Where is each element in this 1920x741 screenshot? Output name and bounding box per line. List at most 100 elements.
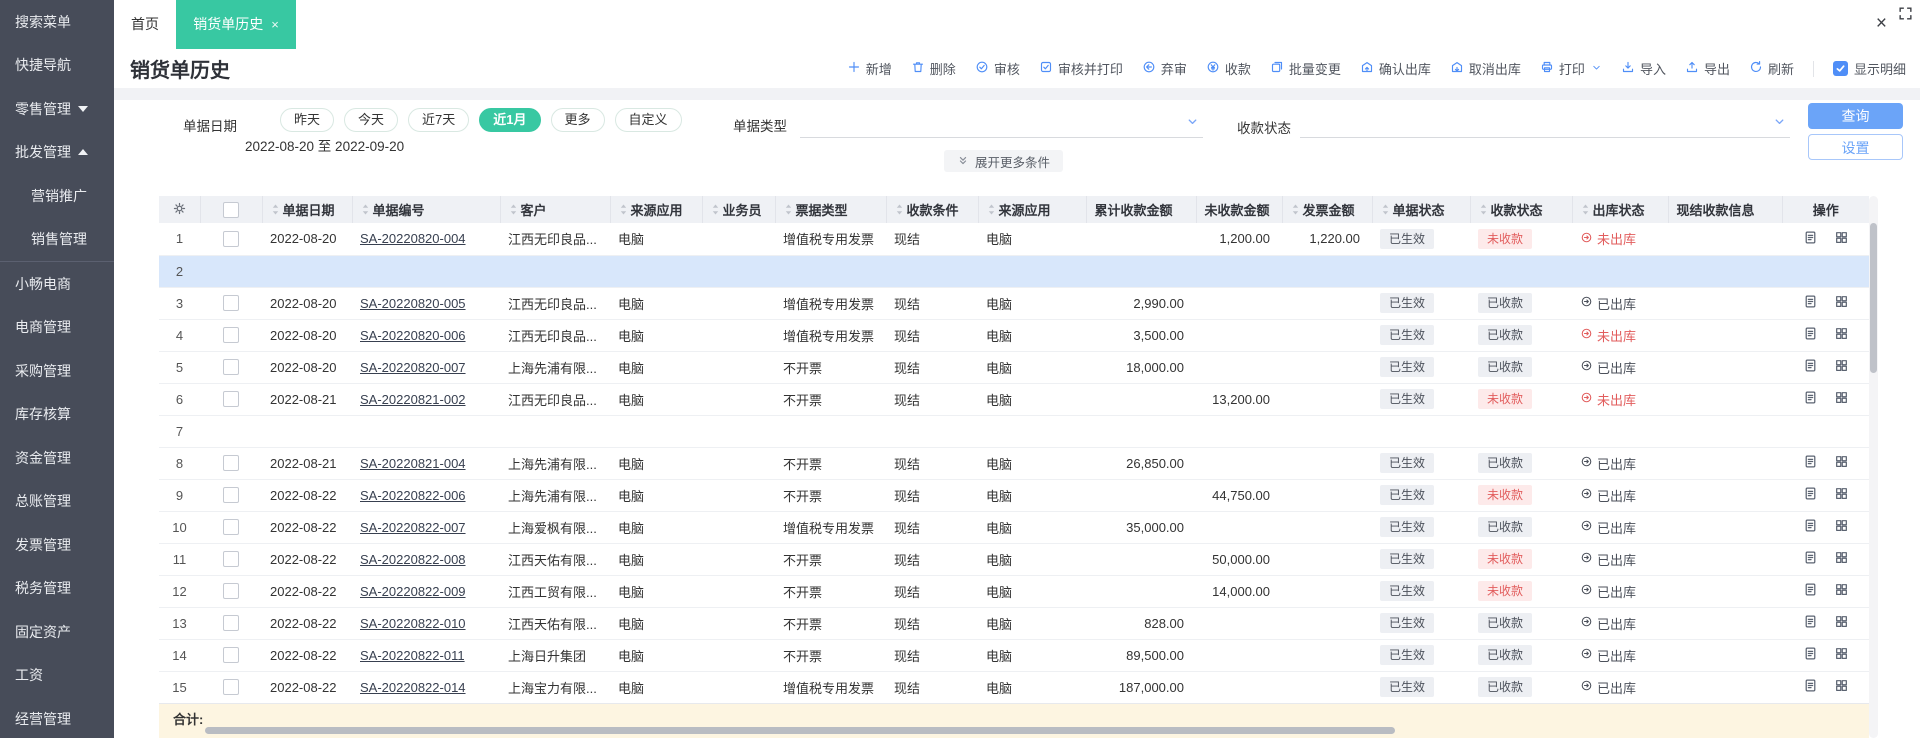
sort-icon[interactable] [1381, 203, 1390, 216]
sort-icon[interactable] [1291, 203, 1300, 216]
show-detail-toggle[interactable]: 显示明细 [1832, 59, 1906, 78]
table-row[interactable]: 7 [159, 415, 1869, 448]
table-row[interactable]: 11 2022-08-22 SA-20220822-008 江西天佑有限... 电脑 不开… [159, 543, 1869, 576]
voucher-icon[interactable] [1803, 454, 1818, 472]
voucher-icon[interactable] [1803, 390, 1818, 408]
fullscreen-icon[interactable] [1898, 6, 1913, 24]
row-checkbox[interactable] [223, 551, 239, 568]
table-row[interactable]: 3 2022-08-20 SA-20220820-005 江西无印良品... 电脑 增值税… [159, 287, 1869, 320]
column-header-invoice_type[interactable]: 票据类型 [775, 196, 887, 223]
toolbar-button-print[interactable]: 打印 [1540, 59, 1602, 78]
voucher-icon[interactable] [1803, 550, 1818, 568]
more-actions-icon[interactable] [1834, 230, 1849, 248]
sidebar-item-1[interactable]: 快捷导航 [0, 44, 114, 88]
voucher-icon[interactable] [1803, 678, 1818, 696]
table-row[interactable]: 13 2022-08-22 SA-20220822-010 江西天佑有限... 电脑 不开… [159, 607, 1869, 640]
column-header-source2[interactable]: 来源应用 [978, 196, 1087, 223]
sidebar-item-5[interactable]: 销售管理 [0, 218, 114, 262]
doc-number-link[interactable]: SA-20220822-009 [360, 584, 466, 599]
row-checkbox[interactable] [223, 295, 239, 312]
doc-number-link[interactable]: SA-20220820-006 [360, 328, 466, 343]
doc-number-link[interactable]: SA-20220822-007 [360, 520, 466, 535]
more-actions-icon[interactable] [1834, 550, 1849, 568]
toolbar-button-plus[interactable]: 新增 [847, 59, 892, 78]
column-header-no[interactable]: 单据编号 [352, 196, 501, 223]
row-checkbox[interactable] [223, 679, 239, 696]
row-checkbox[interactable] [223, 231, 239, 248]
date-pill-近7天[interactable]: 近7天 [408, 108, 470, 132]
more-actions-icon[interactable] [1834, 326, 1849, 344]
sort-icon[interactable] [271, 203, 280, 216]
sort-icon[interactable] [895, 203, 904, 216]
column-header-doc_status[interactable]: 单据状态 [1372, 196, 1471, 223]
sidebar-item-2[interactable]: 零售管理 [0, 87, 114, 131]
sidebar-item-3[interactable]: 批发管理 [0, 131, 114, 175]
doc-number-link[interactable]: SA-20220822-014 [360, 680, 466, 695]
doc-number-link[interactable]: SA-20220820-007 [360, 360, 466, 375]
table-row[interactable]: 10 2022-08-22 SA-20220822-007 上海爱枫有限... 电脑 增值… [159, 511, 1869, 544]
more-actions-icon[interactable] [1834, 678, 1849, 696]
voucher-icon[interactable] [1803, 646, 1818, 664]
table-row[interactable]: 8 2022-08-21 SA-20220821-004 上海先浦有限... 电脑 不开票… [159, 447, 1869, 480]
sidebar-item-8[interactable]: 采购管理 [0, 349, 114, 393]
table-row[interactable]: 1 2022-08-20 SA-20220820-004 江西无印良品... 电脑 增值税… [159, 223, 1869, 256]
expand-more-conditions[interactable]: 展开更多条件 [944, 150, 1064, 172]
more-actions-icon[interactable] [1834, 614, 1849, 632]
horizontal-scrollbar-thumb[interactable] [205, 727, 1395, 734]
row-checkbox[interactable] [223, 327, 239, 344]
table-row[interactable]: 9 2022-08-22 SA-20220822-006 上海先浦有限... 电脑 不开票… [159, 479, 1869, 512]
sort-icon[interactable] [987, 203, 996, 216]
sort-icon[interactable] [509, 203, 518, 216]
query-button[interactable]: 查询 [1808, 103, 1903, 129]
settings-button[interactable]: 设置 [1808, 134, 1903, 160]
sidebar-item-0[interactable]: 搜索菜单 [0, 0, 114, 44]
date-range-value[interactable]: 2022-08-20 至 2022-09-20 [245, 135, 404, 155]
date-pill-今天[interactable]: 今天 [344, 108, 399, 132]
sidebar-item-15[interactable]: 工资 [0, 654, 114, 698]
date-pill-自定义[interactable]: 自定义 [614, 108, 682, 132]
doc-number-link[interactable]: SA-20220822-011 [360, 648, 465, 663]
sort-icon[interactable] [711, 203, 720, 216]
sidebar-item-14[interactable]: 固定资产 [0, 610, 114, 654]
row-checkbox[interactable] [223, 647, 239, 664]
select-all-checkbox[interactable] [223, 201, 239, 218]
table-row[interactable]: 15 2022-08-22 SA-20220822-014 上海宝力有限... 电脑 增值… [159, 671, 1869, 704]
column-header-source[interactable]: 来源应用 [610, 196, 703, 223]
table-row[interactable]: 4 2022-08-20 SA-20220820-006 江西无印良品... 电脑 增值税… [159, 319, 1869, 352]
sort-icon[interactable] [1581, 203, 1590, 216]
sort-icon[interactable] [361, 203, 370, 216]
row-checkbox[interactable] [223, 615, 239, 632]
date-pill-更多[interactable]: 更多 [550, 108, 605, 132]
more-actions-icon[interactable] [1834, 646, 1849, 664]
column-header-invoice_amount[interactable]: 发票金额 [1282, 196, 1373, 223]
date-pill-近1月[interactable]: 近1月 [479, 108, 541, 132]
doc-number-link[interactable]: SA-20220821-002 [360, 392, 466, 407]
toolbar-button-audit[interactable]: 审核 [975, 59, 1020, 78]
toolbar-button-collect[interactable]: 收款 [1206, 59, 1251, 78]
toolbar-button-cancelout[interactable]: 取消出库 [1450, 59, 1521, 78]
voucher-icon[interactable] [1803, 614, 1818, 632]
voucher-icon[interactable] [1803, 230, 1818, 248]
sidebar-item-12[interactable]: 发票管理 [0, 523, 114, 567]
doc-type-select[interactable] [800, 100, 1203, 138]
toolbar-button-import[interactable]: 导入 [1621, 59, 1666, 78]
voucher-icon[interactable] [1803, 326, 1818, 344]
row-checkbox[interactable] [223, 583, 239, 600]
close-icon[interactable]: × [1876, 12, 1887, 36]
sidebar-item-6[interactable]: 小畅电商 [0, 262, 114, 306]
more-actions-icon[interactable] [1834, 486, 1849, 504]
toolbar-button-confirmout[interactable]: 确认出库 [1360, 59, 1431, 78]
sort-icon[interactable] [784, 203, 793, 216]
sidebar-item-13[interactable]: 税务管理 [0, 567, 114, 611]
column-header-pay_status[interactable]: 收款状态 [1470, 196, 1573, 223]
doc-number-link[interactable]: SA-20220822-008 [360, 552, 466, 567]
tab-close-icon[interactable]: × [271, 17, 279, 32]
sort-icon[interactable] [1479, 203, 1488, 216]
column-header-date[interactable]: 单据日期 [262, 196, 353, 223]
voucher-icon[interactable] [1803, 582, 1818, 600]
doc-number-link[interactable]: SA-20220820-005 [360, 296, 466, 311]
row-checkbox[interactable] [223, 519, 239, 536]
voucher-icon[interactable] [1803, 294, 1818, 312]
doc-number-link[interactable]: SA-20220821-004 [360, 456, 466, 471]
doc-number-link[interactable]: SA-20220822-006 [360, 488, 466, 503]
